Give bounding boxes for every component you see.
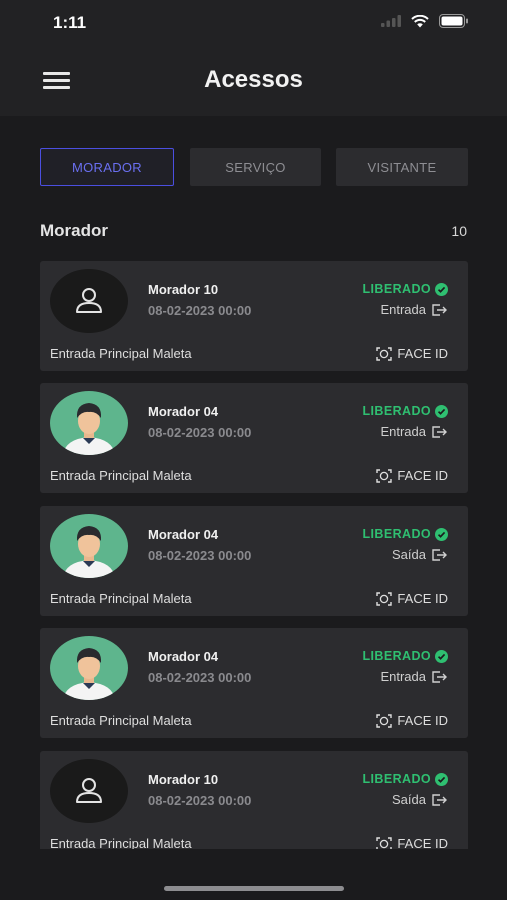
access-direction: Saída	[392, 792, 448, 807]
home-indicator	[164, 886, 344, 891]
avatar	[50, 514, 128, 578]
access-datetime: 08-02-2023 00:00	[148, 425, 252, 440]
access-location: Entrada Principal Maleta	[50, 713, 192, 728]
direction-label: Saída	[392, 547, 426, 562]
status-badge: LIBERADO	[363, 649, 448, 663]
status-label: LIBERADO	[362, 772, 431, 786]
access-method: FACE ID	[376, 713, 448, 728]
access-card[interactable]: Morador 10 08-02-2023 00:00 LIBERADO Ent…	[40, 261, 468, 371]
section-title: Morador	[40, 221, 108, 240]
access-datetime: 08-02-2023 00:00	[148, 548, 252, 563]
access-datetime: 08-02-2023 00:00	[148, 303, 252, 318]
method-label: FACE ID	[397, 836, 448, 849]
direction-label: Entrada	[380, 669, 426, 684]
person-icon	[76, 288, 102, 313]
tab-visitante[interactable]: VISITANTE	[336, 148, 468, 186]
man-avatar-icon	[50, 391, 128, 455]
check-circle-icon	[435, 772, 448, 786]
avatar	[50, 759, 128, 823]
check-circle-icon	[435, 527, 448, 541]
access-direction: Entrada	[380, 424, 448, 439]
direction-label: Entrada	[380, 302, 426, 317]
access-direction: Entrada	[380, 302, 448, 317]
status-badge: LIBERADO	[363, 527, 448, 541]
status-label: LIBERADO	[362, 282, 431, 296]
man-avatar-icon	[50, 514, 128, 578]
logout-icon	[432, 425, 447, 438]
access-method: FACE ID	[376, 591, 448, 606]
direction-label: Saída	[392, 792, 426, 807]
status-label: LIBERADO	[362, 649, 431, 663]
logout-icon	[432, 303, 447, 316]
signal-icon	[381, 15, 401, 27]
status-badge: LIBERADO	[363, 282, 448, 296]
status-badge: LIBERADO	[363, 772, 448, 786]
status-icons	[381, 14, 469, 28]
face-id-icon	[376, 346, 393, 361]
avatar	[50, 391, 128, 455]
access-card[interactable]: Morador 04 08-02-2023 00:00 LIBERADO Ent…	[40, 628, 468, 738]
status-badge: LIBERADO	[363, 404, 448, 418]
method-label: FACE ID	[397, 591, 448, 606]
face-id-icon	[376, 591, 393, 606]
method-label: FACE ID	[397, 713, 448, 728]
access-location: Entrada Principal Maleta	[50, 591, 192, 606]
access-datetime: 08-02-2023 00:00	[148, 793, 252, 808]
access-datetime: 08-02-2023 00:00	[148, 670, 252, 685]
resident-name: Morador 04	[148, 527, 219, 542]
face-id-icon	[376, 468, 393, 483]
status-bar: 1:11	[0, 0, 507, 48]
resident-name: Morador 04	[148, 404, 219, 419]
check-circle-icon	[435, 282, 448, 296]
check-circle-icon	[435, 404, 448, 418]
face-id-icon	[376, 713, 393, 728]
access-card[interactable]: Morador 04 08-02-2023 00:00 LIBERADO Saí…	[40, 506, 468, 616]
access-location: Entrada Principal Maleta	[50, 468, 192, 483]
avatar	[50, 636, 128, 700]
access-location: Entrada Principal Maleta	[50, 836, 192, 849]
avatar	[50, 269, 128, 333]
wifi-icon	[411, 14, 429, 27]
method-label: FACE ID	[397, 468, 448, 483]
access-list[interactable]: Morador 10 08-02-2023 00:00 LIBERADO Ent…	[40, 261, 468, 849]
resident-name: Morador 10	[148, 772, 219, 787]
access-direction: Saída	[392, 547, 448, 562]
logout-icon	[432, 548, 447, 561]
man-avatar-icon	[50, 636, 128, 700]
app-header: Acessos	[0, 48, 507, 116]
tab-morador[interactable]: MORADOR	[40, 148, 174, 186]
tab-servico[interactable]: SERVIÇO	[190, 148, 321, 186]
method-label: FACE ID	[397, 346, 448, 361]
access-direction: Entrada	[380, 669, 448, 684]
page-title: Acessos	[204, 66, 303, 93]
status-label: LIBERADO	[362, 404, 431, 418]
access-location: Entrada Principal Maleta	[50, 346, 192, 361]
status-time: 1:11	[53, 13, 87, 32]
direction-label: Entrada	[380, 424, 426, 439]
access-method: FACE ID	[376, 836, 448, 849]
battery-icon	[439, 14, 468, 28]
resident-name: Morador 10	[148, 282, 219, 297]
section-count: 10	[451, 223, 467, 239]
check-circle-icon	[435, 649, 448, 663]
face-id-icon	[376, 836, 393, 849]
resident-name: Morador 04	[148, 649, 219, 664]
status-label: LIBERADO	[362, 527, 431, 541]
person-icon	[76, 778, 102, 803]
access-method: FACE ID	[376, 468, 448, 483]
access-method: FACE ID	[376, 346, 448, 361]
access-card[interactable]: Morador 10 08-02-2023 00:00 LIBERADO Saí…	[40, 751, 468, 849]
access-card[interactable]: Morador 04 08-02-2023 00:00 LIBERADO Ent…	[40, 383, 468, 493]
logout-icon	[432, 670, 447, 683]
logout-icon	[432, 793, 447, 806]
